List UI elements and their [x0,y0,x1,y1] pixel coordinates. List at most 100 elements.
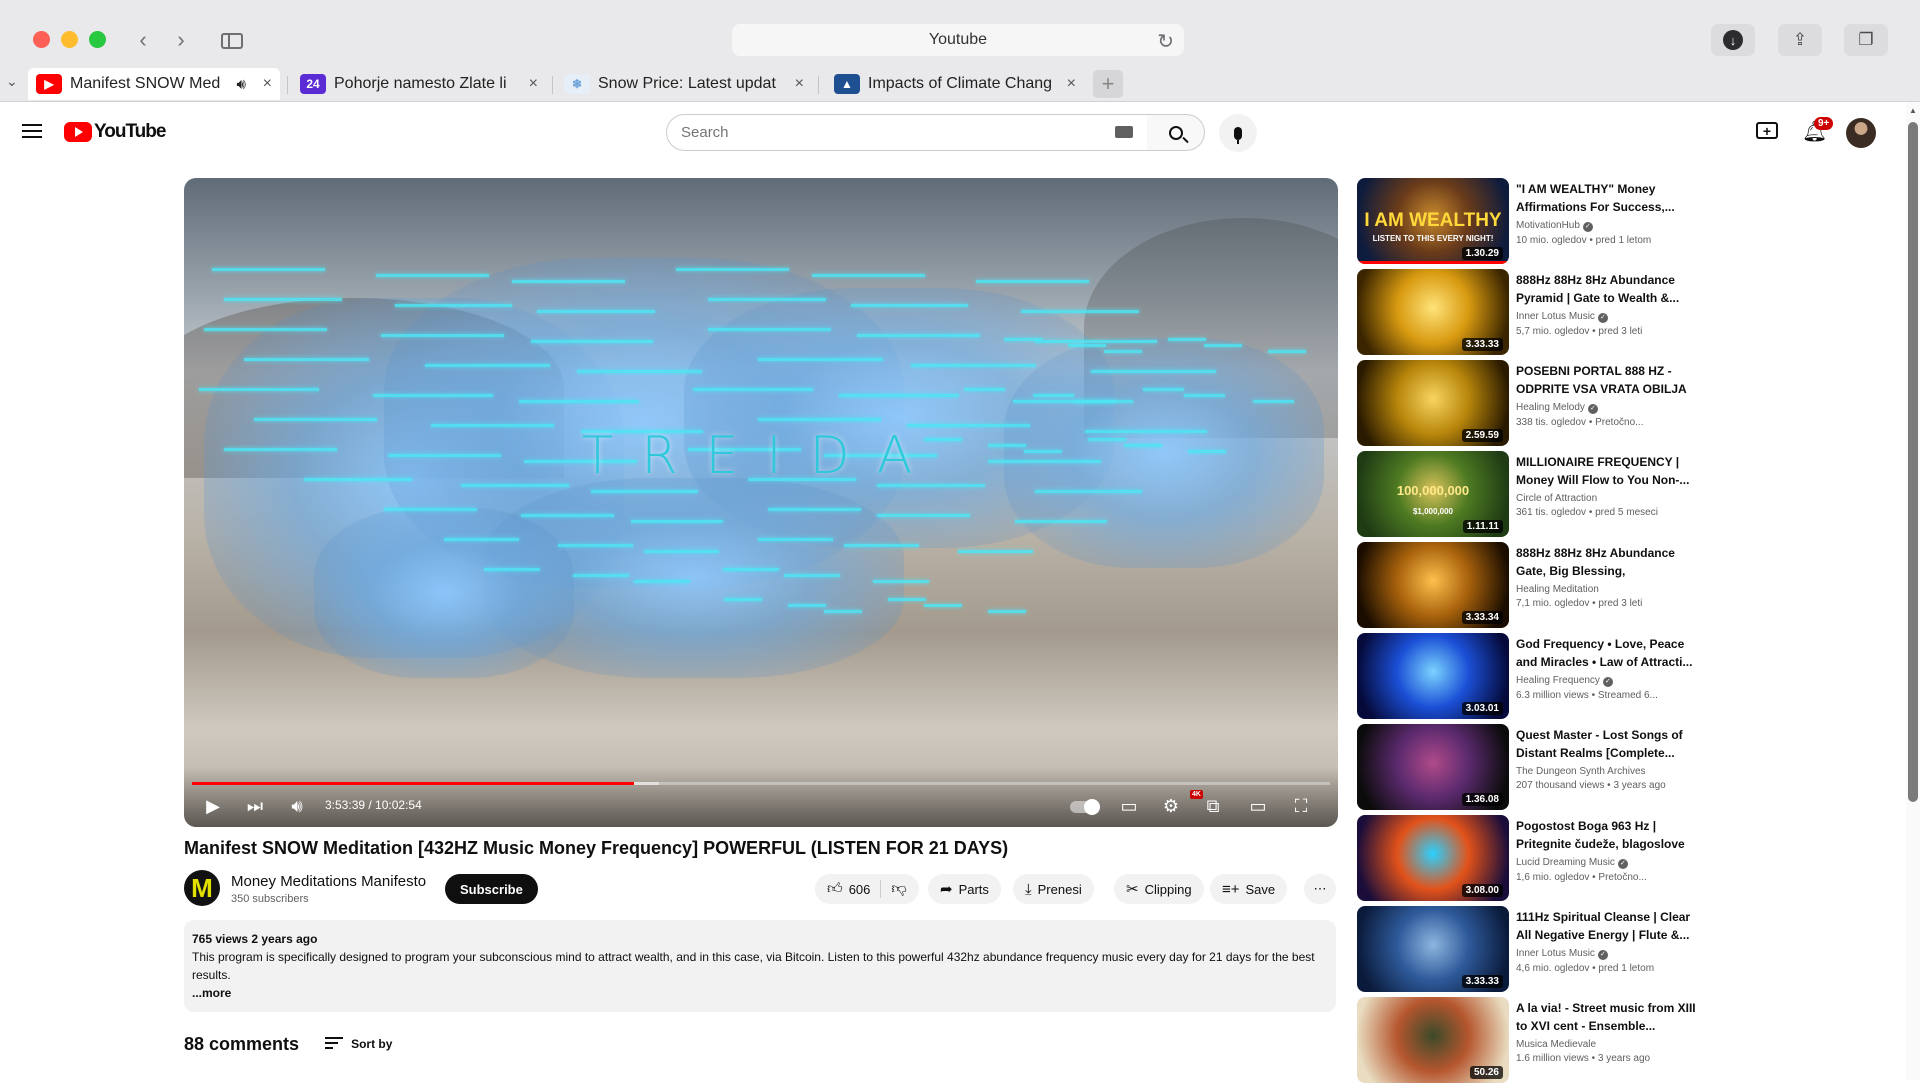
reload-icon[interactable]: ↻ [1157,29,1174,54]
sidebar-toggle-button[interactable] [211,27,251,53]
channel-name[interactable]: Healing Melody ✓ [1516,402,1696,414]
search-box[interactable] [666,114,1148,151]
video-thumbnail[interactable]: 100,000,000 $1,000,000 1.11.11 [1357,451,1509,537]
video-thumbnail[interactable]: 3.33.34 [1357,542,1509,628]
close-icon[interactable]: × [529,75,538,93]
volume-icon[interactable]: 🔊︎ [286,796,308,817]
video-title[interactable]: "I AM WEALTHY" Money Affirmations For Su… [1516,180,1696,216]
channel-name[interactable]: Circle of Attraction [1516,493,1696,504]
miniplayer-icon[interactable]: ⧉ [1202,796,1224,817]
menu-icon[interactable] [22,124,42,138]
channel-name[interactable]: Money Meditations Manifesto [231,873,426,890]
more-link[interactable]: ...more [192,984,1328,1002]
subtitles-icon[interactable]: ▭ [1118,796,1140,817]
related-video-item[interactable]: 50.26 A la via! - Street music from XIII… [1357,997,1697,1088]
related-video-item[interactable]: 100,000,000 $1,000,000 1.11.11 MILLIONAIR… [1357,451,1697,542]
tab-climate[interactable]: ▲ Impacts of Climate Chang × [826,68,1084,100]
thumbs-up-icon[interactable]: 👍︎ [827,880,843,898]
channel-avatar[interactable]: M [184,870,220,906]
gear-icon[interactable]: ⚙ [1160,796,1182,817]
related-video-item[interactable]: 3.33.33 111Hz Spiritual Cleanse | Clear … [1357,906,1697,997]
parts-button[interactable]: ➦ Parts [928,874,1001,904]
video-title[interactable]: MILLIONAIRE FREQUENCY | Money Will Flow … [1516,453,1696,489]
fullscreen-icon[interactable]: ⛶ [1290,796,1312,817]
speaker-icon[interactable]: 🔊︎ [237,76,246,93]
close-icon[interactable]: × [1067,75,1076,93]
video-title[interactable]: A la via! - Street music from XIII to XV… [1516,999,1696,1035]
theater-mode-icon[interactable]: ▭ [1246,796,1270,817]
video-title[interactable]: Quest Master - Lost Songs of Distant Rea… [1516,726,1696,762]
play-icon[interactable]: ▶ [202,796,224,817]
new-tab-button[interactable]: + [1093,70,1123,98]
scroll-up-icon[interactable]: ▲ [1909,106,1917,115]
channel-name[interactable]: The Dungeon Synth Archives [1516,766,1696,777]
related-video-item[interactable]: 3.33.34 888Hz 88Hz 8Hz Abundance Gate, B… [1357,542,1697,633]
voice-search-button[interactable] [1219,114,1257,152]
description-box[interactable]: 765 views 2 years ago This program is sp… [184,920,1336,1012]
related-video-item[interactable]: 3.03.01 God Frequency • Love, Peace and … [1357,633,1697,724]
video-thumbnail[interactable]: 1.36.08 [1357,724,1509,810]
related-video-item[interactable]: 1.36.08 Quest Master - Lost Songs of Dis… [1357,724,1697,815]
scrollbar[interactable]: ▲ [1906,102,1920,1080]
close-window-button[interactable] [33,31,50,48]
downloads-button[interactable]: ↓ [1711,24,1755,56]
channel-name[interactable]: Healing Meditation [1516,584,1696,595]
channel-name[interactable]: Inner Lotus Music ✓ [1516,948,1696,960]
video-thumbnail[interactable]: 3.33.33 [1357,269,1509,355]
share-button[interactable]: ⇪ [1778,24,1822,56]
sort-icon[interactable] [325,1036,344,1052]
thumbs-down-icon[interactable]: 👎︎ [891,880,906,898]
search-input[interactable] [681,124,1081,141]
video-thumbnail[interactable]: 3.33.33 [1357,906,1509,992]
forward-icon[interactable]: › [166,26,196,54]
more-actions-button[interactable]: ⋯ [1304,874,1336,904]
video-title[interactable]: 111Hz Spiritual Cleanse | Clear All Nega… [1516,908,1696,944]
related-video-item[interactable]: 3.08.00 Pogostost Boga 963 Hz | Pritegni… [1357,815,1697,906]
tab-overview-button[interactable]: ❐ [1844,24,1888,56]
channel-name[interactable]: Healing Frequency ✓ [1516,675,1696,687]
video-thumbnail[interactable]: 3.08.00 [1357,815,1509,901]
progress-bar[interactable] [192,782,1330,785]
tab-24ur[interactable]: 24 Pohorje namesto Zlate li × [292,68,546,100]
video-thumbnail[interactable]: I AM WEALTHY LISTEN TO THIS EVERY NIGHT! … [1357,178,1509,264]
close-icon[interactable]: × [263,75,272,93]
channel-name[interactable]: Inner Lotus Music ✓ [1516,311,1696,323]
scroll-thumb[interactable] [1908,122,1918,802]
close-icon[interactable]: × [795,75,804,93]
video-title[interactable]: POSEBNI PORTAL 888 HZ - ODPRITE VSA VRAT… [1516,362,1696,398]
video-title[interactable]: God Frequency • Love, Peace and Miracles… [1516,635,1696,671]
related-video-item[interactable]: 2.59.59 POSEBNI PORTAL 888 HZ - ODPRITE … [1357,360,1697,451]
channel-name[interactable]: Musica Medievale [1516,1039,1696,1050]
next-icon[interactable]: ⏭︎ [244,796,266,817]
channel-name[interactable]: MotivationHub ✓ [1516,220,1696,232]
video-thumbnail[interactable]: 50.26 [1357,997,1509,1083]
fullscreen-window-button[interactable] [89,31,106,48]
search-button[interactable] [1147,114,1205,151]
video-thumbnail[interactable]: 3.03.01 [1357,633,1509,719]
video-title[interactable]: 888Hz 88Hz 8Hz Abundance Gate, Big Bless… [1516,544,1696,580]
save-button[interactable]: ≡+ Save [1210,874,1288,904]
create-icon[interactable]: + [1756,122,1778,139]
subscribe-button[interactable]: Subscribe [445,874,538,904]
related-video-item[interactable]: 3.33.33 888Hz 88Hz 8Hz Abundance Pyramid… [1357,269,1697,360]
back-icon[interactable]: ‹ [128,26,158,54]
video-title[interactable]: 888Hz 88Hz 8Hz Abundance Pyramid | Gate … [1516,271,1696,307]
avatar[interactable] [1846,118,1876,148]
download-button[interactable]: ⤓ Prenesi [1013,874,1094,904]
video-player[interactable]: TREIDA ▶ ⏭︎ 🔊︎ 3:53:39 / 10:02:54 ▭ ⚙ 4K… [184,178,1338,827]
video-title[interactable]: Pogostost Boga 963 Hz | Pritegnite čudež… [1516,817,1696,853]
address-bar[interactable]: Youtube ↻ [732,24,1184,56]
related-video-item[interactable]: I AM WEALTHY LISTEN TO THIS EVERY NIGHT! … [1357,178,1697,269]
youtube-logo[interactable]: YouTube [64,121,166,143]
autoplay-toggle[interactable] [1070,799,1100,815]
chevron-down-icon[interactable]: ⌄ [6,73,18,90]
keyboard-icon[interactable] [1115,126,1133,138]
tab-snow-price[interactable]: ❄ Snow Price: Latest updat × [556,68,812,100]
sort-button[interactable]: Sort by [351,1037,392,1051]
tab-youtube[interactable]: ▶ Manifest SNOW Med 🔊︎ × [28,68,280,100]
clip-button[interactable]: ✂ Clipping [1114,874,1204,904]
minimize-window-button[interactable] [61,31,78,48]
video-thumbnail[interactable]: 2.59.59 [1357,360,1509,446]
channel-name[interactable]: Lucid Dreaming Music ✓ [1516,857,1696,869]
like-count[interactable]: 606 [849,882,871,897]
